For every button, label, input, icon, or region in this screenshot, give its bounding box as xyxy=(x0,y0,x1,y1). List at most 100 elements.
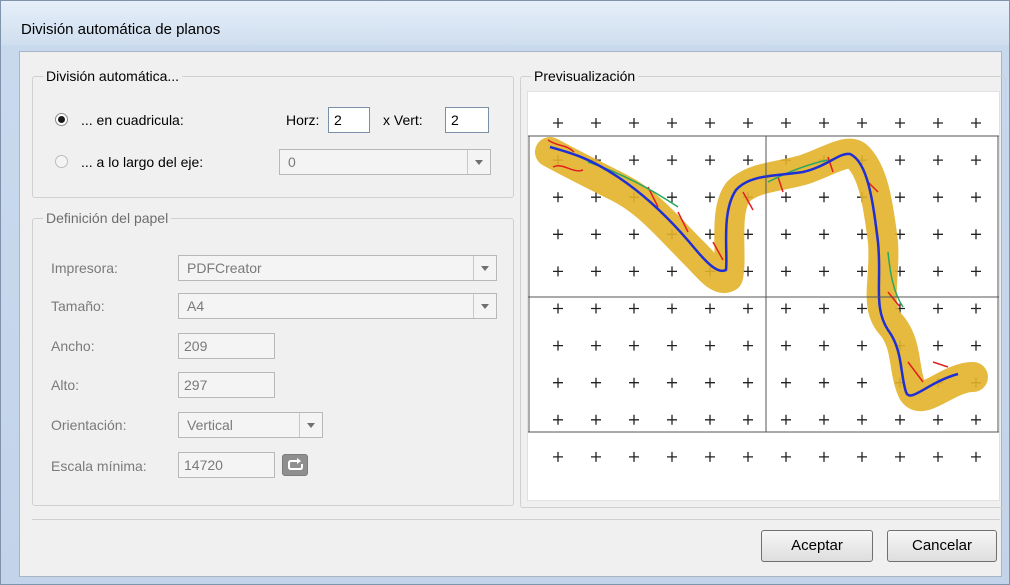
vert-input[interactable]: 2 xyxy=(445,107,489,133)
chevron-down-icon[interactable] xyxy=(473,294,496,318)
chevron-down-icon[interactable] xyxy=(299,413,322,437)
footer-divider xyxy=(32,519,1000,520)
auto-division-group: División automática... ... en cuadricula… xyxy=(32,68,514,198)
axis-select[interactable]: 0 xyxy=(279,149,491,175)
plus-marker xyxy=(933,266,943,277)
height-input[interactable]: 297 xyxy=(178,372,275,398)
plus-marker xyxy=(895,192,905,203)
plus-marker xyxy=(743,118,753,128)
plus-marker xyxy=(629,266,639,277)
plus-marker xyxy=(629,414,639,425)
plus-marker xyxy=(781,451,791,462)
plus-marker xyxy=(553,340,563,351)
preview-canvas xyxy=(527,91,1010,501)
plus-marker xyxy=(857,229,867,240)
cancel-button[interactable]: Cancelar xyxy=(887,530,997,562)
plus-marker xyxy=(629,229,639,240)
plus-marker xyxy=(667,155,677,166)
axis-radio-label[interactable]: ... a lo largo del eje: xyxy=(81,154,203,170)
chevron-down-icon[interactable] xyxy=(467,150,490,174)
printer-select[interactable]: PDFCreator xyxy=(178,255,497,281)
plus-marker xyxy=(857,118,867,128)
plus-marker xyxy=(591,414,601,425)
preview-group: Previsualización xyxy=(520,68,1010,508)
size-select[interactable]: A4 xyxy=(178,293,497,319)
plus-marker xyxy=(743,266,753,277)
plus-marker xyxy=(819,118,829,128)
plus-marker xyxy=(743,229,753,240)
plus-marker xyxy=(971,451,981,462)
plus-marker xyxy=(933,451,943,462)
plus-marker xyxy=(705,414,715,425)
width-input[interactable]: 209 xyxy=(178,333,275,359)
axis-select-value: 0 xyxy=(288,154,296,170)
axis-radio[interactable] xyxy=(55,155,68,168)
plus-marker xyxy=(629,340,639,351)
auto-division-legend: División automática... xyxy=(43,68,183,84)
grid-radio-label[interactable]: ... en cuadricula: xyxy=(81,112,184,128)
plus-marker xyxy=(819,340,829,351)
plus-marker xyxy=(553,451,563,462)
plus-marker xyxy=(667,377,677,388)
size-label: Tamaño: xyxy=(51,298,105,314)
plus-marker xyxy=(933,192,943,203)
route-corridor xyxy=(535,137,988,411)
plus-marker xyxy=(933,414,943,425)
plus-marker xyxy=(553,192,563,203)
plus-marker xyxy=(743,377,753,388)
plus-marker xyxy=(667,451,677,462)
plus-marker xyxy=(857,377,867,388)
plus-marker xyxy=(705,155,715,166)
radio-selected-dot xyxy=(58,116,65,123)
plus-marker xyxy=(933,155,943,166)
plus-marker xyxy=(743,303,753,314)
preview-legend: Previsualización xyxy=(531,68,639,84)
title-bar[interactable]: División automática de planos xyxy=(1,1,1009,45)
plus-marker xyxy=(971,303,981,314)
plus-marker xyxy=(743,451,753,462)
plus-marker xyxy=(971,118,981,128)
route-fill xyxy=(535,137,988,411)
plus-marker xyxy=(743,414,753,425)
plus-marker xyxy=(933,229,943,240)
plus-marker xyxy=(895,118,905,128)
plus-marker xyxy=(705,192,715,203)
plus-marker xyxy=(553,303,563,314)
plus-marker xyxy=(629,303,639,314)
horz-input[interactable]: 2 xyxy=(328,107,370,133)
plus-marker xyxy=(819,414,829,425)
plus-marker xyxy=(895,414,905,425)
plus-marker xyxy=(553,118,563,128)
plus-marker xyxy=(933,340,943,351)
paper-group: Definición del papel Impresora: PDFCreat… xyxy=(32,210,514,506)
orientation-label: Orientación: xyxy=(51,417,127,433)
plus-marker xyxy=(591,229,601,240)
dialog-client: División automática... ... en cuadricula… xyxy=(19,51,1010,577)
accept-button[interactable]: Aceptar xyxy=(761,530,873,562)
scale-label: Escala mínima: xyxy=(51,458,147,474)
plus-marker xyxy=(667,414,677,425)
plus-marker xyxy=(591,118,601,128)
refresh-button[interactable] xyxy=(282,454,308,476)
plus-marker xyxy=(819,303,829,314)
chevron-down-icon[interactable] xyxy=(473,256,496,280)
grid-radio[interactable] xyxy=(55,113,68,126)
plus-marker xyxy=(667,340,677,351)
orientation-select-value: Vertical xyxy=(187,417,233,433)
plus-marker xyxy=(819,229,829,240)
plus-marker xyxy=(971,229,981,240)
plus-marker xyxy=(629,451,639,462)
plus-marker xyxy=(743,155,753,166)
plus-marker xyxy=(553,266,563,277)
plus-marker xyxy=(933,303,943,314)
height-label: Alto: xyxy=(51,377,80,393)
plus-marker xyxy=(781,303,791,314)
plus-marker xyxy=(971,266,981,277)
width-label: Ancho: xyxy=(51,338,95,354)
scale-input[interactable]: 14720 xyxy=(178,452,275,478)
preview-map xyxy=(528,118,1010,462)
plus-marker xyxy=(591,451,601,462)
plus-marker xyxy=(553,414,563,425)
plus-marker xyxy=(591,303,601,314)
orientation-select[interactable]: Vertical xyxy=(178,412,323,438)
